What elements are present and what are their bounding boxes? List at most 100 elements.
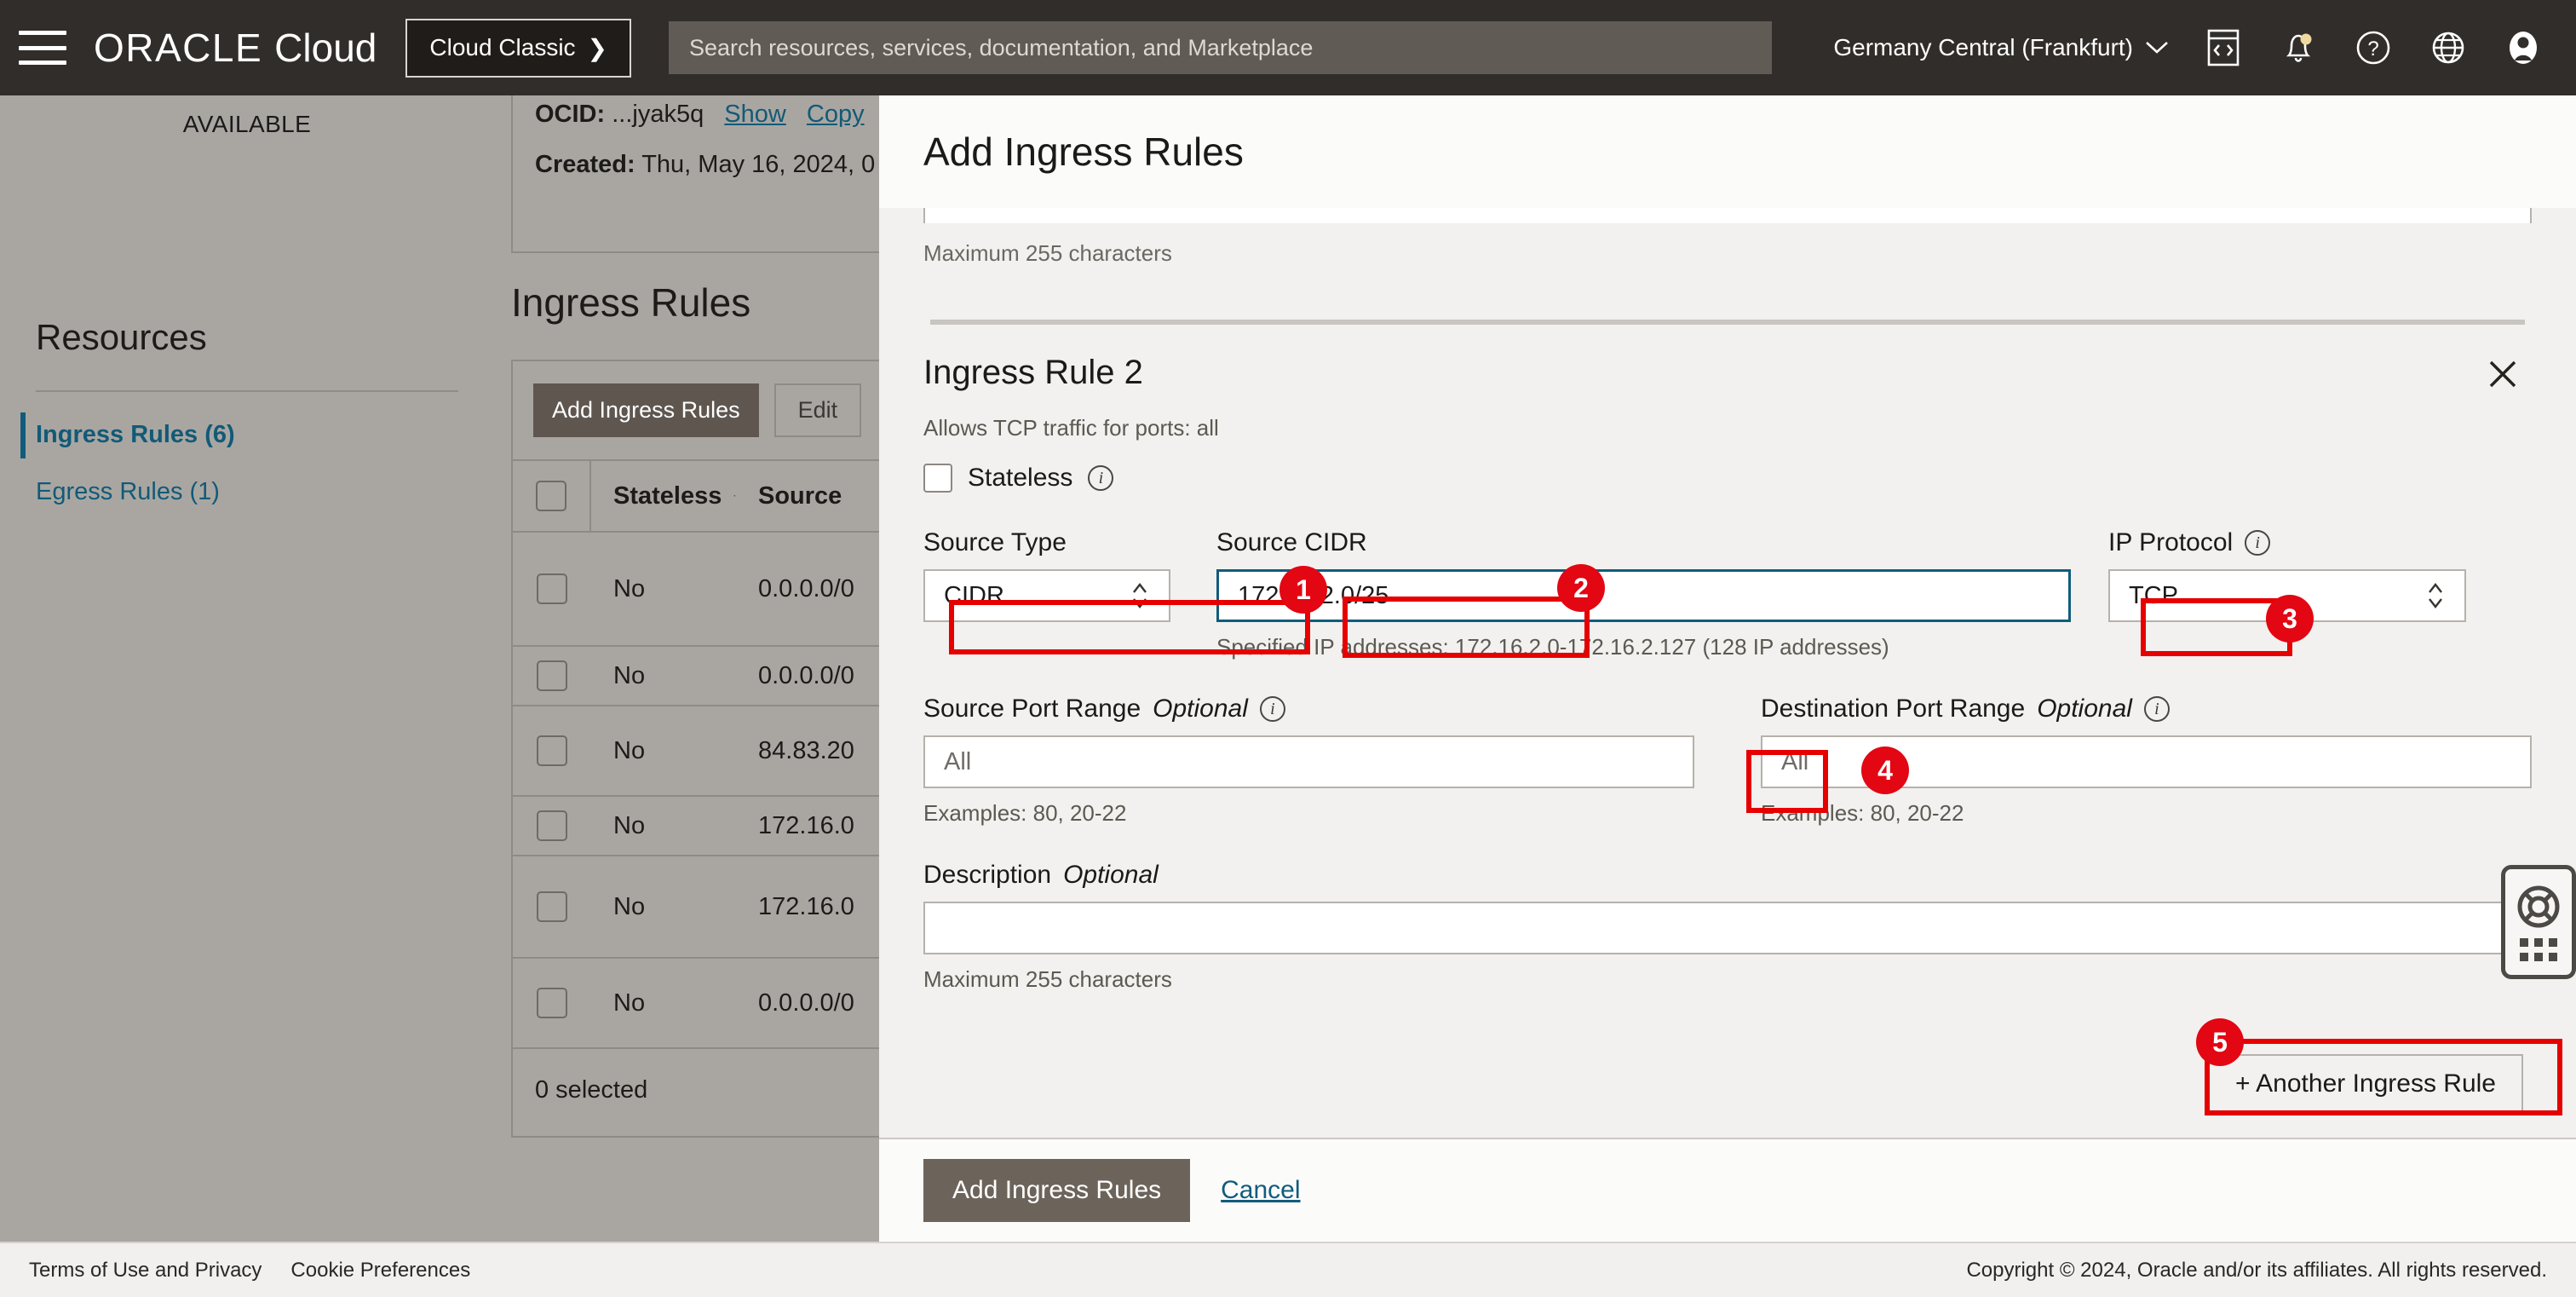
chevron-down-icon — [2146, 42, 2168, 54]
select-all-cell[interactable] — [513, 461, 591, 531]
hamburger-menu-icon[interactable] — [19, 31, 66, 65]
source-type-label: Source Type — [923, 528, 1170, 557]
language-globe-icon[interactable] — [2428, 27, 2469, 68]
notifications-bell-icon[interactable] — [2278, 27, 2319, 68]
previous-rule-description-input[interactable] — [923, 208, 2532, 223]
row-select-cell[interactable] — [513, 533, 591, 645]
source-cidr-helper: Specified IP addresses: 172.16.2.0-172.1… — [1216, 634, 1889, 660]
cloud-shell-icon[interactable] — [2203, 27, 2244, 68]
ocid-value: ...jyak5q — [612, 101, 704, 128]
source-type-select[interactable]: CIDR — [923, 569, 1170, 622]
chevron-right-icon: ❯ — [587, 34, 608, 61]
info-circle-icon[interactable]: i — [1259, 696, 1285, 722]
stateless-checkbox[interactable] — [923, 464, 952, 493]
destination-port-range-label: Destination Port Range Optional i — [1761, 695, 2532, 723]
row-select-cell[interactable] — [513, 856, 591, 957]
brand-oracle-text: ORACLE — [94, 26, 263, 70]
created-label: Created: — [535, 151, 635, 178]
sidebar-item-ingress-rules[interactable]: Ingress Rules (6) — [20, 412, 494, 458]
field-label-text: Destination Port Range — [1761, 695, 2026, 723]
previous-rule-max-chars-helper: Maximum 255 characters — [923, 240, 1172, 266]
footer-copyright: Copyright © 2024, Oracle and/or its affi… — [1966, 1258, 2547, 1282]
source-port-range-field: Source Port Range Optional i All Example… — [923, 695, 1694, 827]
port-ranges-row: Source Port Range Optional i All Example… — [923, 695, 2532, 827]
info-circle-icon[interactable]: i — [1088, 465, 1114, 491]
source-type-field: Source Type CIDR — [923, 528, 1170, 660]
row-checkbox[interactable] — [537, 988, 567, 1018]
table-action-bar: Add Ingress Rules Edit — [513, 361, 879, 459]
add-ingress-rules-button[interactable]: Add Ingress Rules — [533, 383, 759, 437]
row-checkbox[interactable] — [537, 574, 567, 604]
source-port-range-placeholder: All — [944, 747, 972, 775]
user-avatar-icon[interactable] — [2503, 27, 2544, 68]
cloud-classic-button[interactable]: Cloud Classic ❯ — [405, 18, 632, 78]
lifebuoy-help-icon — [2517, 885, 2560, 927]
cell-stateless: No — [613, 661, 646, 689]
sidebar-divider — [36, 390, 458, 392]
table-row[interactable]: No 84.83.20 — [513, 706, 879, 797]
cell-source: 0.0.0.0/0 — [758, 661, 854, 689]
table-row[interactable]: No 172.16.0 — [513, 856, 879, 959]
edit-button[interactable]: Edit — [773, 383, 862, 437]
cell-source: 172.16.0 — [758, 892, 854, 920]
row-select-cell[interactable] — [513, 647, 591, 705]
field-label-text: Source Type — [923, 528, 1067, 556]
region-selector[interactable]: Germany Central (Frankfurt) — [1833, 34, 2169, 61]
cancel-link[interactable]: Cancel — [1221, 1176, 1300, 1205]
resources-title: Resources — [36, 317, 207, 357]
table-row[interactable]: No 172.16.0 — [513, 797, 879, 856]
cell-source: 172.16.0 — [758, 811, 854, 839]
close-x-icon[interactable] — [2486, 357, 2532, 398]
rule-title: Ingress Rule 2 — [923, 354, 1143, 391]
row-checkbox[interactable] — [537, 891, 567, 922]
rule-header: Ingress Rule 2 — [923, 354, 2532, 398]
resources-sidebar: AVAILABLE Resources Ingress Rules (6) Eg… — [0, 95, 494, 506]
row-select-cell[interactable] — [513, 797, 591, 855]
description-helper: Maximum 255 characters — [923, 966, 1172, 992]
footer-link-terms[interactable]: Terms of Use and Privacy — [29, 1259, 262, 1283]
table-row[interactable]: No 0.0.0.0/0 — [513, 959, 879, 1049]
destination-port-range-field: Destination Port Range Optional i All Ex… — [1761, 695, 2532, 827]
add-another-ingress-rule-button[interactable]: + Another Ingress Rule — [2207, 1054, 2523, 1114]
ingress-rules-heading: Ingress Rules — [511, 280, 751, 325]
ip-protocol-select[interactable]: TCP — [2108, 569, 2466, 622]
source-cidr-input[interactable]: 172.16.2.0/25 — [1216, 569, 2071, 622]
submit-add-ingress-rules-button[interactable]: Add Ingress Rules — [923, 1159, 1191, 1222]
cell-stateless: No — [613, 574, 646, 602]
destination-port-range-input[interactable]: All — [1761, 735, 2532, 788]
ocid-copy-link[interactable]: Copy — [807, 101, 865, 128]
search-input[interactable] — [669, 21, 1773, 74]
cell-stateless: No — [613, 892, 646, 920]
table-row[interactable]: No 0.0.0.0/0 — [513, 647, 879, 706]
global-search[interactable] — [669, 21, 1773, 74]
ocid-show-link[interactable]: Show — [724, 101, 786, 128]
description-field: Description Optional Maximum 255 charact… — [923, 861, 2532, 993]
page-footer: Terms of Use and Privacy Cookie Preferen… — [0, 1242, 2576, 1297]
row-checkbox[interactable] — [537, 660, 567, 691]
cell-source: 0.0.0.0/0 — [758, 989, 854, 1017]
sidebar-item-egress-rules[interactable]: Egress Rules (1) — [36, 478, 494, 506]
row-checkbox[interactable] — [537, 810, 567, 841]
description-input[interactable] — [923, 902, 2532, 954]
column-header-source[interactable]: Source — [736, 482, 842, 510]
footer-link-cookies[interactable]: Cookie Preferences — [290, 1259, 470, 1283]
resource-detail-fragment: OCID: ...jyak5q Show Copy Created: Thu, … — [511, 95, 879, 253]
brand-cloud-text: Cloud — [274, 26, 377, 70]
info-circle-icon[interactable]: i — [2143, 696, 2170, 722]
table-row[interactable]: No 0.0.0.0/0 — [513, 533, 879, 647]
dialog-body: Maximum 255 characters Ingress Rule 2 Al… — [879, 208, 2576, 1138]
info-circle-icon[interactable]: i — [2245, 530, 2271, 556]
select-spinner-icon — [1130, 577, 1150, 614]
top-navigation-bar: ORACLE Cloud Cloud Classic ❯ Germany Cen… — [0, 0, 2576, 95]
help-question-icon[interactable]: ? — [2353, 27, 2394, 68]
row-checkbox[interactable] — [537, 735, 567, 766]
column-header-stateless[interactable]: Stateless — [591, 482, 736, 510]
source-port-range-label: Source Port Range Optional i — [923, 695, 1694, 723]
help-support-widget[interactable] — [2501, 865, 2576, 979]
row-select-cell[interactable] — [513, 706, 591, 795]
row-select-cell[interactable] — [513, 959, 591, 1047]
dialog-title: Add Ingress Rules — [923, 130, 1244, 174]
select-all-checkbox[interactable] — [536, 481, 566, 511]
source-port-range-input[interactable]: All — [923, 735, 1694, 788]
stateless-row[interactable]: Stateless i — [923, 464, 2532, 493]
